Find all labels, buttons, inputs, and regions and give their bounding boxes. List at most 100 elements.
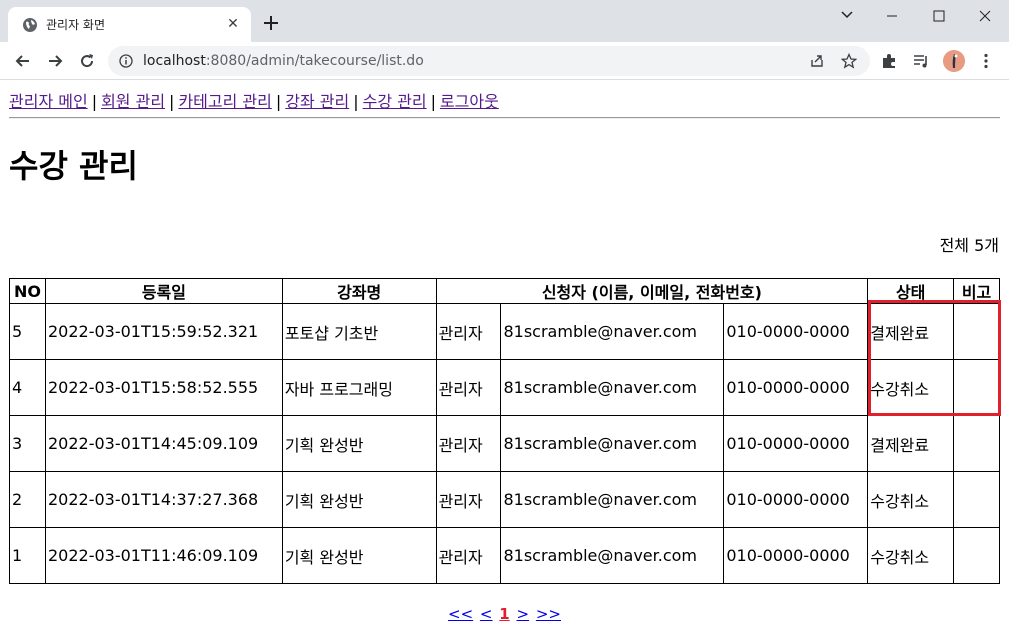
pager-last[interactable]: >> [536,605,561,623]
cell-reg-date: 2022-03-01T15:59:52.321 [44,303,283,360]
page-title: 수강 관리 [9,147,138,185]
cell-name: 관리자 [435,359,502,416]
tab-search-icon[interactable] [832,6,862,26]
table-row: 5 2022-03-01T15:59:52.321 포토샵 기초반 관리자 81… [9,303,1000,360]
profile-picture-icon [943,50,965,72]
nav-separator: | [91,92,98,111]
cell-status: 수강취소 [867,471,955,528]
cell-note [953,359,1000,416]
cell-note [953,527,1000,584]
cell-no: 4 [9,359,46,416]
pagination: << < 1 > >> [0,605,1009,623]
cell-name: 관리자 [435,303,502,360]
cell-reg-date: 2022-03-01T14:45:09.109 [44,415,283,472]
cell-phone: 010-0000-0000 [723,527,869,584]
share-icon[interactable] [809,53,825,69]
nav-member-manage[interactable]: 회원 관리 [101,92,165,111]
cell-name: 관리자 [435,471,502,528]
url-host: localhost [143,53,206,69]
cell-no: 2 [9,471,46,528]
globe-icon [23,18,37,32]
cell-course: 자바 프로그래밍 [281,359,437,416]
header-note: 비고 [953,278,1000,304]
url-text[interactable]: localhost:8080/admin/takecourse/list.do [143,53,424,69]
nav-admin-main[interactable]: 관리자 메인 [9,92,88,111]
cell-email: 81scramble@naver.com [500,527,725,584]
cell-reg-date: 2022-03-01T11:46:09.109 [44,527,283,584]
pager-first[interactable]: << [448,605,473,623]
site-info-icon[interactable] [119,54,133,68]
extensions-puzzle-icon[interactable] [880,52,898,70]
forward-arrow-icon[interactable] [45,51,65,71]
nav-course-manage[interactable]: 강좌 관리 [285,92,349,111]
browser-tab[interactable]: 관리자 화면 ✕ [8,7,251,42]
admin-nav: 관리자 메인 | 회원 관리 | 카테고리 관리 | 강좌 관리 | 수강 관리 | 로그아웃 [9,88,499,112]
cell-phone: 010-0000-0000 [723,303,869,360]
cell-status: 수강취소 [867,527,955,584]
nav-separator: | [353,92,359,111]
header-applicant: 신청자 (이름, 이메일, 전화번호) [435,278,869,304]
table-row: 3 2022-03-01T14:45:09.109 기획 완성반 관리자 81s… [9,415,1000,472]
header-status: 상태 [867,278,955,304]
divider [9,117,1000,119]
cell-note [953,415,1000,472]
close-tab-icon[interactable]: ✕ [225,16,241,32]
table-row: 4 2022-03-01T15:58:52.555 자바 프로그래밍 관리자 8… [9,359,1000,416]
nav-separator: | [275,92,282,111]
cell-course: 기획 완성반 [281,471,437,528]
page-content: 관리자 메인 | 회원 관리 | 카테고리 관리 | 강좌 관리 | 수강 관리 | 로그아웃 수강… [0,81,1009,643]
browser-toolbar: localhost:8080/admin/takecourse/list.do [0,42,1009,80]
new-tab-icon[interactable] [262,14,280,32]
close-window-icon[interactable] [970,6,1000,26]
cell-course: 기획 완성반 [281,527,437,584]
url-path: :8080/admin/takecourse/list.do [205,53,424,69]
nav-enrollment-manage[interactable]: 수강 관리 [363,92,427,111]
cell-name: 관리자 [435,527,502,584]
pager-next[interactable]: > [517,605,530,623]
enrollment-table: NO 등록일 강좌명 신청자 (이름, 이메일, 전화번호) 상태 비고 5 2… [9,278,1000,584]
cell-phone: 010-0000-0000 [723,471,869,528]
cell-status: 결제완료 [867,415,955,472]
header-no: NO [9,278,46,304]
cell-no: 3 [9,415,46,472]
table-header-row: NO 등록일 강좌명 신청자 (이름, 이메일, 전화번호) 상태 비고 [9,278,1000,304]
address-bar[interactable]: localhost:8080/admin/takecourse/list.do [108,46,870,76]
cell-email: 81scramble@naver.com [500,415,725,472]
profile-avatar[interactable] [943,50,965,72]
cell-no: 5 [9,303,46,360]
cell-phone: 010-0000-0000 [723,359,869,416]
bookmark-star-icon[interactable] [841,53,857,69]
reload-icon[interactable] [77,51,97,71]
reading-list-icon[interactable] [912,52,930,70]
pager-prev[interactable]: < [480,605,493,623]
header-reg-date: 등록일 [44,278,283,304]
total-count: 전체 5개 [939,236,999,255]
maximize-icon[interactable] [924,6,954,26]
cell-note [953,303,1000,360]
cell-email: 81scramble@naver.com [500,359,725,416]
cell-course: 포토샵 기초반 [281,303,437,360]
cell-no: 1 [9,527,46,584]
cell-email: 81scramble@naver.com [500,471,725,528]
cell-status: 결제완료 [867,303,955,360]
nav-separator: | [169,92,175,111]
pager-current-page[interactable]: 1 [499,605,509,623]
cell-reg-date: 2022-03-01T14:37:27.368 [44,471,283,528]
cell-email: 81scramble@naver.com [500,303,725,360]
nav-separator: | [430,92,436,111]
more-menu-icon[interactable] [977,52,995,70]
cell-name: 관리자 [435,415,502,472]
minimize-icon[interactable] [877,6,907,26]
cell-reg-date: 2022-03-01T15:58:52.555 [44,359,283,416]
browser-tab-strip: 관리자 화면 ✕ [0,0,1009,42]
nav-logout[interactable]: 로그아웃 [440,92,499,111]
table-row: 1 2022-03-01T11:46:09.109 기획 완성반 관리자 81s… [9,527,1000,584]
tab-title: 관리자 화면 [46,18,106,32]
header-course: 강좌명 [281,278,437,304]
nav-category-manage[interactable]: 카테고리 관리 [178,92,271,111]
cell-status: 수강취소 [867,359,955,416]
back-arrow-icon[interactable] [13,51,33,71]
cell-phone: 010-0000-0000 [723,415,869,472]
cell-course: 기획 완성반 [281,415,437,472]
table-row: 2 2022-03-01T14:37:27.368 기획 완성반 관리자 81s… [9,471,1000,528]
